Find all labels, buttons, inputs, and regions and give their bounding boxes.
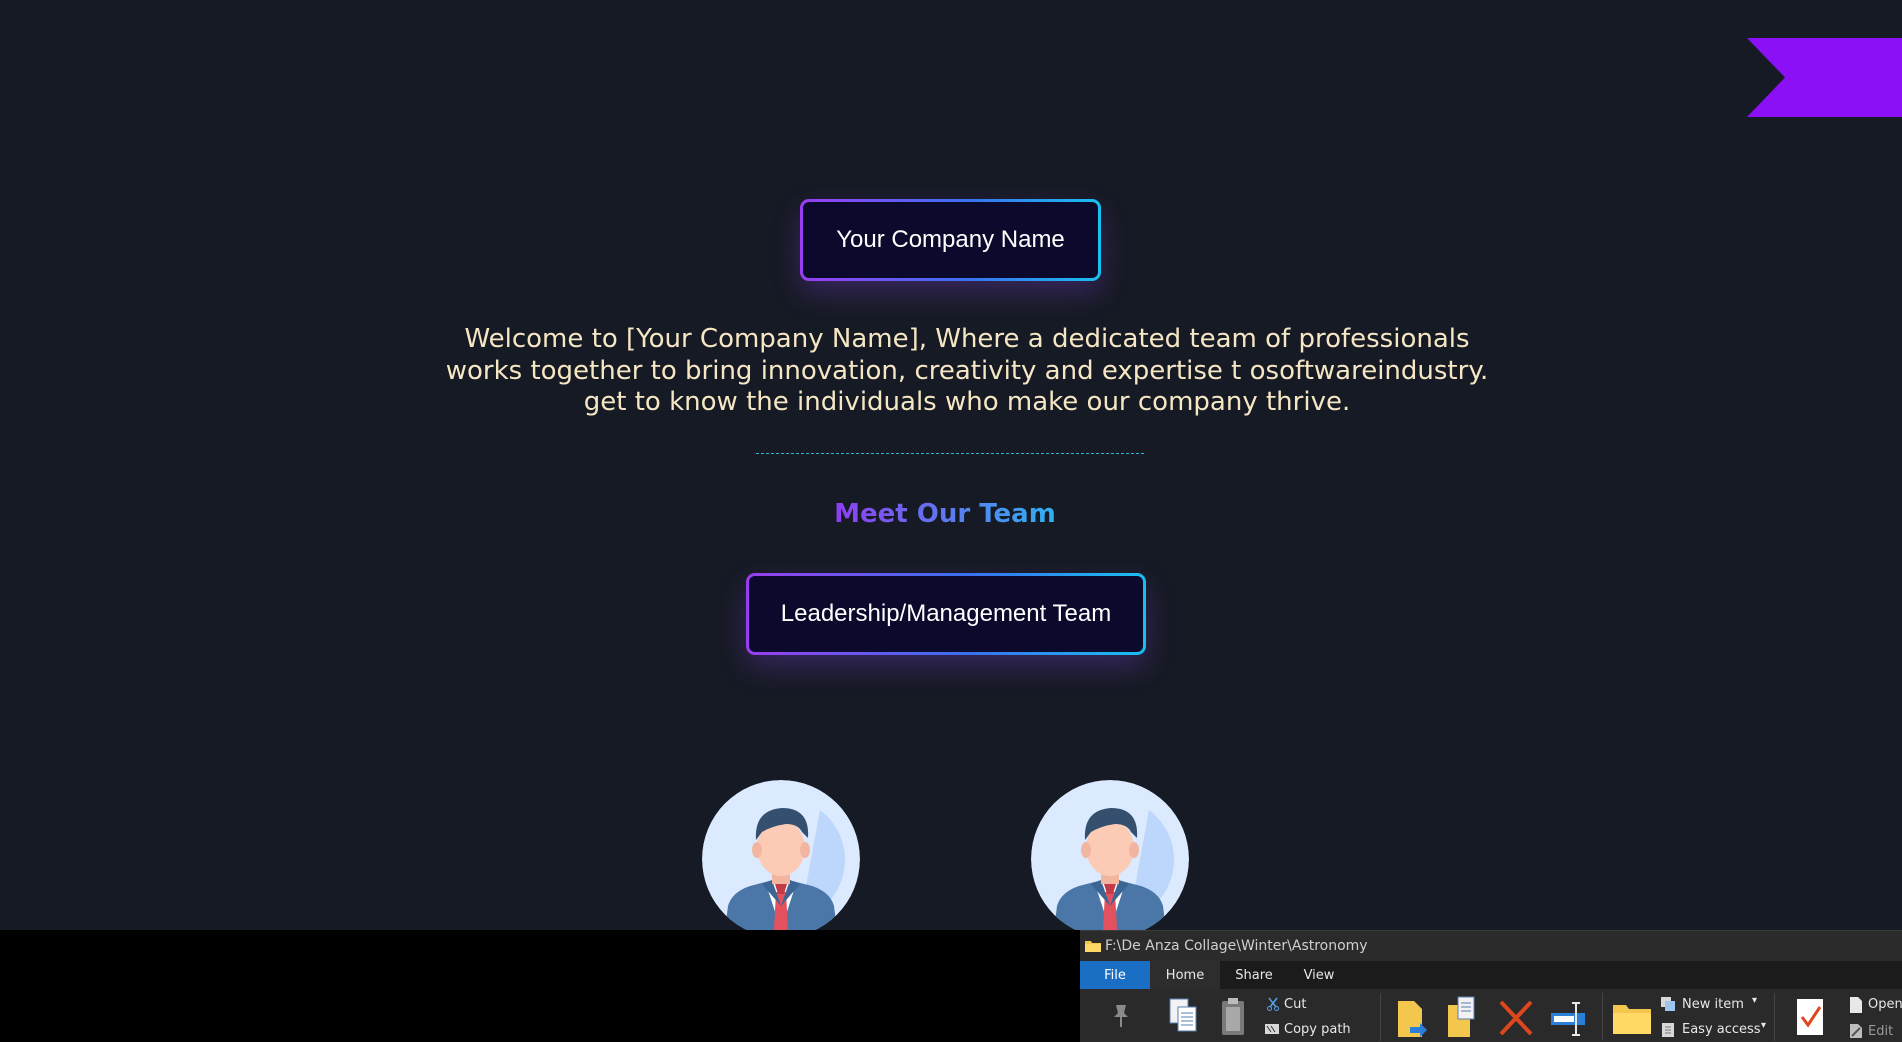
new-item-dropdown-icon[interactable]: ▾ [1752,995,1757,1006]
copy-to-icon[interactable] [1446,995,1478,1039]
tab-file[interactable]: File [1080,961,1150,989]
dashed-divider [756,453,1144,454]
easy-access-label[interactable]: Easy access [1682,1022,1761,1037]
cut-icon[interactable] [1266,997,1280,1011]
ribbon-separator [1602,993,1603,1041]
decorative-ribbon-flag [1747,38,1902,117]
easy-access-dropdown-icon[interactable]: ▾ [1761,1020,1766,1031]
new-folder-icon[interactable] [1612,1001,1652,1035]
company-name-button[interactable]: Your Company Name [800,199,1101,281]
delete-icon[interactable] [1498,999,1534,1037]
pin-icon[interactable] [1110,1003,1132,1029]
meet-our-team-text: Meet Our Team [834,499,1056,529]
team-member-avatar-2[interactable] [1031,780,1189,938]
leadership-team-label: Leadership/Management Team [749,576,1143,652]
new-item-icon[interactable] [1660,996,1676,1012]
team-member-avatar-1[interactable] [702,780,860,938]
open-label[interactable]: Open [1868,997,1902,1012]
page: Your Company Name Welcome to [Your Compa… [0,0,1902,1042]
copy-path-label[interactable]: Copy path [1284,1022,1351,1037]
properties-icon[interactable] [1796,997,1826,1037]
file-explorer-window[interactable]: F:\De Anza Collage\Winter\Astronomy File… [1080,930,1902,1042]
easy-access-icon[interactable] [1660,1022,1676,1038]
tab-share[interactable]: Share [1220,961,1288,989]
copy-path-icon[interactable] [1264,1023,1280,1035]
folder-icon [1085,941,1101,952]
explorer-ribbon-home: Cut Copy path New item ▾ Easy access ▾ O… [1080,989,1902,1042]
rename-icon[interactable] [1550,999,1586,1037]
edit-icon[interactable] [1848,1023,1864,1039]
welcome-paragraph: Welcome to [Your Company Name], Where a … [445,324,1489,417]
move-to-icon[interactable] [1396,997,1428,1039]
new-item-label[interactable]: New item [1682,997,1744,1012]
leadership-team-button[interactable]: Leadership/Management Team [746,573,1146,655]
company-name-label: Your Company Name [803,202,1098,278]
explorer-titlebar[interactable]: F:\De Anza Collage\Winter\Astronomy [1080,931,1902,961]
tab-home[interactable]: Home [1150,961,1220,989]
tab-view[interactable]: View [1288,961,1350,989]
copy-icon[interactable] [1168,997,1198,1035]
open-icon[interactable] [1848,996,1864,1014]
ribbon-separator [1774,993,1775,1041]
explorer-path-title: F:\De Anza Collage\Winter\Astronomy [1105,938,1368,954]
ribbon-separator [1380,993,1381,1041]
meet-our-team-heading: Meet Our Team [750,499,1140,529]
edit-label[interactable]: Edit [1868,1024,1893,1039]
explorer-ribbon-tabs: File Home Share View [1080,961,1902,989]
taskbar-background [0,930,1080,1042]
cut-label[interactable]: Cut [1284,997,1306,1012]
paste-icon[interactable] [1220,997,1246,1037]
